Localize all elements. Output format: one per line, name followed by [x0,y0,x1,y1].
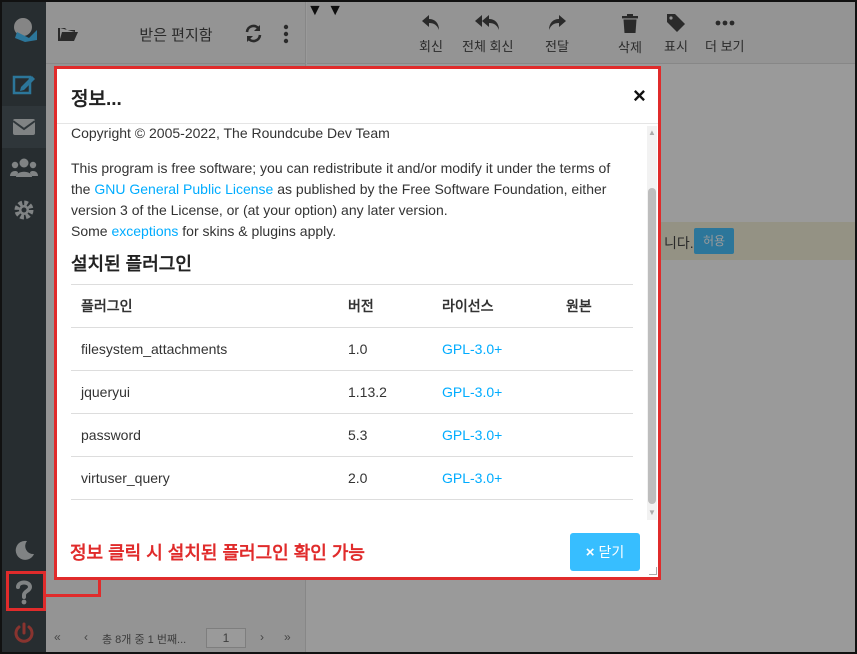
dialog-scrollbar[interactable]: ▲ ▼ [647,126,657,520]
table-row: filesystem_attachments 1.0 GPL-3.0+ [71,327,633,371]
license-text: This program is free software; you can r… [71,158,633,242]
plugins-heading: 설치된 플러그인 [71,254,192,274]
table-row: virtuser_query 2.0 GPL-3.0+ [71,456,633,500]
plugin-source [556,456,633,500]
copyright-text: Copyright © 2005-2022, The Roundcube Dev… [71,125,390,141]
plugin-license-link[interactable]: GPL-3.0+ [432,413,556,457]
dialog-body: Copyright © 2005-2022, The Roundcube Dev… [57,123,658,523]
plugin-name: virtuser_query [71,456,338,500]
column-header-source: 원본 [556,284,633,328]
column-header-version: 버전 [338,284,432,328]
exceptions-suffix: for skins & plugins apply. [178,223,337,239]
help-highlight-box [6,571,46,611]
scrollbar-thumb[interactable] [648,188,656,504]
gpl-link[interactable]: GNU General Public License [94,181,273,197]
column-header-license: 라이선스 [432,284,556,328]
annotation-text: 정보 클릭 시 설치된 플러그인 확인 가능 [70,543,365,563]
annotation-connector [46,580,101,597]
plugin-source [556,413,633,457]
plugin-version: 1.0 [338,327,432,371]
close-button-label: 닫기 [598,544,625,560]
plugins-table: 플러그인 버전 라이선스 원본 filesystem_attachments 1… [71,284,633,500]
plugin-license-link[interactable]: GPL-3.0+ [432,456,556,500]
plugin-name: jqueryui [71,370,338,414]
plugin-source [556,327,633,371]
exceptions-prefix: Some [71,223,112,239]
table-row: password 5.3 GPL-3.0+ [71,413,633,457]
scroll-down-icon[interactable]: ▼ [648,508,656,517]
plugin-version: 1.13.2 [338,370,432,414]
close-button-x-icon: × [585,543,595,561]
plugin-license-link[interactable]: GPL-3.0+ [432,327,556,371]
app-window: 받은 편지함 « ‹ 총 8개 중 1 번째... 1 › » 회신 전체 회신… [0,0,857,654]
about-dialog: 정보... × Copyright © 2005-2022, The Round… [54,66,661,580]
close-icon[interactable]: × [633,85,646,107]
dialog-title: 정보... [71,89,122,110]
plugin-source [556,370,633,414]
table-row: jqueryui 1.13.2 GPL-3.0+ [71,370,633,414]
plugin-name: filesystem_attachments [71,327,338,371]
plugin-version: 5.3 [338,413,432,457]
resize-handle[interactable] [649,567,657,575]
exceptions-link[interactable]: exceptions [111,223,178,239]
close-button[interactable]: × 닫기 [570,533,640,571]
plugin-license-link[interactable]: GPL-3.0+ [432,370,556,414]
plugin-version: 2.0 [338,456,432,500]
column-header-plugin: 플러그인 [71,284,338,328]
plugin-name: password [71,413,338,457]
table-header-row: 플러그인 버전 라이선스 원본 [71,284,633,328]
scroll-up-icon[interactable]: ▲ [648,128,656,137]
